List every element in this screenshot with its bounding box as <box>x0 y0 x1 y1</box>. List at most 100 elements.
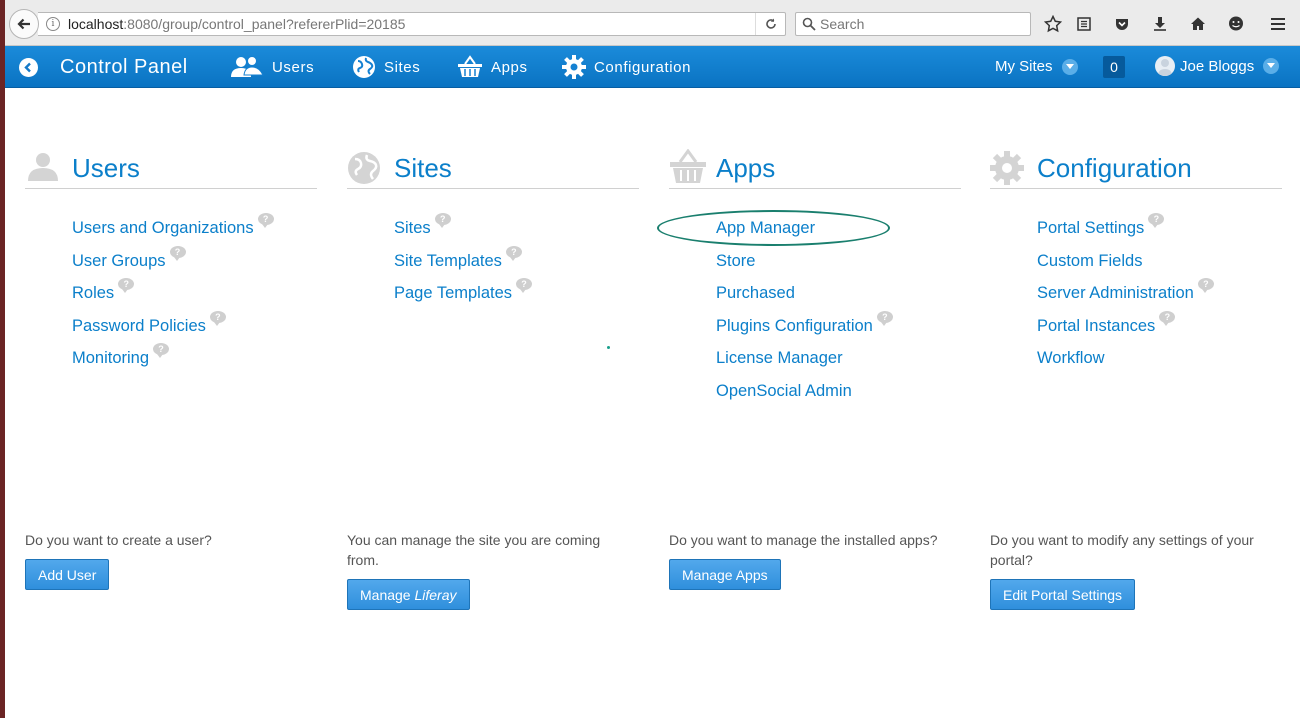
chevron-down-icon <box>1061 58 1078 75</box>
back-to-site-button[interactable] <box>19 58 38 77</box>
link-page-templates[interactable]: Page Templates? <box>394 278 639 317</box>
download-icon[interactable] <box>1149 13 1171 35</box>
help-icon[interactable]: ? <box>876 310 893 326</box>
my-sites-menu[interactable]: My Sites <box>995 58 1078 75</box>
link-opensocial-admin[interactable]: OpenSocial Admin <box>716 382 961 415</box>
chevron-down-icon <box>1263 58 1280 74</box>
notifications-badge[interactable]: 0 <box>1103 56 1125 78</box>
apps-prompt: Do you want to manage the installed apps… <box>669 532 938 548</box>
pocket-icon[interactable] <box>1111 13 1133 35</box>
highlight-ellipse <box>657 210 890 246</box>
window-edge <box>0 0 5 718</box>
bookmark-star-icon[interactable] <box>1042 13 1064 35</box>
nav-configuration[interactable]: Configuration <box>562 53 691 81</box>
configuration-section-header: Configuration <box>990 145 1282 189</box>
link-users-and-organizations[interactable]: Users and Organizations? <box>72 213 317 252</box>
dockbar: Control Panel Users Sites Apps Configura… <box>5 46 1300 88</box>
link-roles[interactable]: Roles? <box>72 278 317 317</box>
users-prompt: Do you want to create a user? <box>25 532 212 548</box>
add-user-button[interactable]: Add User <box>25 559 110 590</box>
help-icon[interactable]: ? <box>516 278 533 293</box>
configuration-section-title: Configuration <box>1037 153 1192 183</box>
configuration-section: Configuration Portal Settings? Custom Fi… <box>990 145 1282 382</box>
control-panel-title[interactable]: Control Panel <box>60 56 188 79</box>
link-portal-instances[interactable]: Portal Instances? <box>1037 310 1282 350</box>
help-icon[interactable]: ? <box>1159 310 1176 326</box>
home-icon[interactable] <box>1187 13 1209 35</box>
users-section-title: Users <box>72 153 140 183</box>
link-site-templates[interactable]: Site Templates? <box>394 245 639 285</box>
chevron-left-icon <box>24 62 31 73</box>
manage-apps-button[interactable]: Manage Apps <box>669 559 781 590</box>
basket-icon <box>670 149 706 183</box>
users-section-header: Users <box>25 145 317 189</box>
users-icon <box>28 153 58 181</box>
link-custom-fields[interactable]: Custom Fields <box>1037 252 1282 285</box>
link-portal-settings[interactable]: Portal Settings? <box>1037 213 1282 252</box>
browser-toolbar: i localhost:8080/group/control_panel?ref… <box>0 0 1300 46</box>
help-icon[interactable]: ? <box>169 245 186 261</box>
site-info-icon[interactable]: i <box>46 17 60 31</box>
my-sites-label: My Sites <box>995 58 1053 75</box>
link-workflow[interactable]: Workflow <box>1037 349 1282 382</box>
nav-users[interactable]: Users <box>230 53 314 81</box>
nav-apps[interactable]: Apps <box>457 53 528 81</box>
sites-section-header: Sites <box>347 145 639 189</box>
search-input[interactable] <box>820 16 1020 32</box>
sites-links: Sites? Site Templates? Page Templates? <box>347 213 639 317</box>
help-icon[interactable]: ? <box>209 310 226 326</box>
hello-chat-icon[interactable] <box>1225 13 1247 35</box>
users-section: Users Users and Organizations? User Grou… <box>25 145 317 382</box>
apps-section: Apps App Manager Store Purchased Plugins… <box>669 145 961 414</box>
configuration-links: Portal Settings? Custom Fields Server Ad… <box>990 213 1282 382</box>
apps-section-header: Apps <box>669 145 961 189</box>
edit-portal-settings-button[interactable]: Edit Portal Settings <box>990 579 1136 610</box>
back-button[interactable] <box>9 9 39 39</box>
users-links: Users and Organizations? User Groups? Ro… <box>25 213 317 382</box>
globe-icon <box>348 152 380 184</box>
nav-configuration-label: Configuration <box>594 58 692 76</box>
reload-icon[interactable] <box>755 13 785 35</box>
user-menu[interactable]: Joe Bloggs <box>1155 56 1280 76</box>
link-user-groups[interactable]: User Groups? <box>72 245 317 285</box>
help-icon[interactable]: ? <box>1148 213 1165 228</box>
link-purchased[interactable]: Purchased <box>716 284 961 317</box>
sites-section-title: Sites <box>394 153 452 183</box>
url-bar[interactable]: i localhost:8080/group/control_panel?ref… <box>38 12 786 36</box>
nav-sites-label: Sites <box>384 58 421 76</box>
help-icon[interactable]: ? <box>1197 278 1214 293</box>
nav-sites[interactable]: Sites <box>352 53 420 81</box>
link-license-manager[interactable]: License Manager <box>716 349 961 382</box>
avatar <box>1155 56 1175 76</box>
link-server-administration[interactable]: Server Administration? <box>1037 278 1282 317</box>
reading-list-icon[interactable] <box>1073 13 1095 35</box>
help-icon[interactable]: ? <box>505 245 522 261</box>
sites-section: Sites Sites? Site Templates? Page Templa… <box>347 145 639 317</box>
gear-icon <box>990 151 1024 185</box>
link-password-policies[interactable]: Password Policies? <box>72 310 317 350</box>
help-icon[interactable]: ? <box>434 213 451 228</box>
help-icon[interactable]: ? <box>257 213 274 228</box>
search-icon <box>802 17 816 31</box>
user-name: Joe Bloggs <box>1180 57 1255 75</box>
menu-icon[interactable] <box>1267 13 1289 35</box>
link-monitoring[interactable]: Monitoring? <box>72 343 317 382</box>
link-plugins-configuration[interactable]: Plugins Configuration? <box>716 310 961 350</box>
site-name: Liferay <box>414 586 457 603</box>
apps-links: App Manager Store Purchased Plugins Conf… <box>669 219 961 414</box>
apps-section-title: Apps <box>716 153 776 183</box>
configuration-prompt: Do you want to modify any settings of yo… <box>990 532 1254 568</box>
nav-users-label: Users <box>272 58 315 76</box>
back-arrow-icon <box>17 18 30 30</box>
globe-icon <box>353 56 375 78</box>
users-icon <box>231 56 264 77</box>
url-text[interactable]: localhost:8080/group/control_panel?refer… <box>68 16 405 32</box>
manage-site-button[interactable]: Manage Liferay <box>347 579 470 610</box>
help-icon[interactable]: ? <box>118 278 135 293</box>
basket-icon <box>458 55 482 77</box>
link-store[interactable]: Store <box>716 252 961 285</box>
stray-dot <box>607 346 610 349</box>
gear-icon <box>562 55 586 79</box>
help-icon[interactable]: ? <box>153 343 170 358</box>
search-bar[interactable] <box>795 12 1031 36</box>
